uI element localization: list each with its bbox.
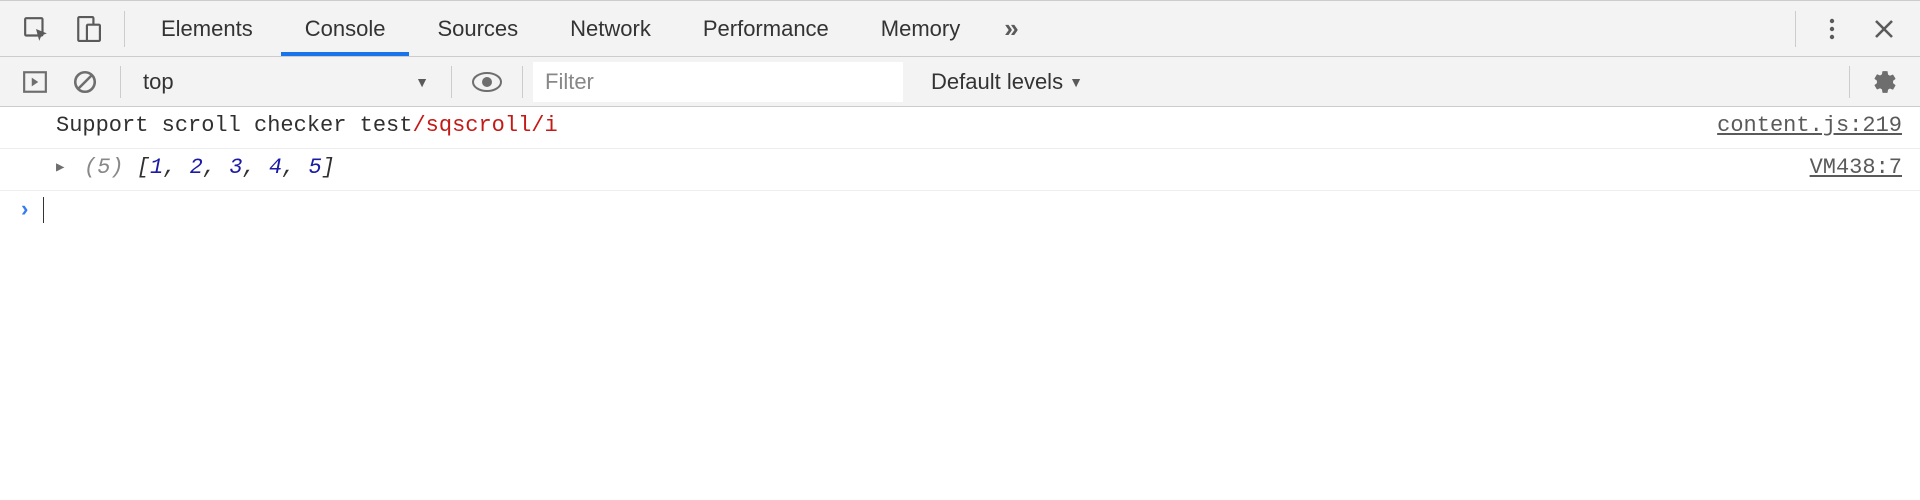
close-icon[interactable] [1862,7,1906,51]
expand-arrow-icon[interactable]: ▶ [56,159,64,176]
console-message[interactable]: ▶ (5) [ 1, 2, 3, 4, 5 ] VM438:7 [0,149,1920,191]
array-value: 2 [190,155,203,180]
array-value: 4 [269,155,282,180]
divider [1849,66,1850,98]
tab-console[interactable]: Console [279,1,412,56]
console-output: Support scroll checker test /sqscroll/i … [0,107,1920,500]
inspect-element-icon[interactable] [14,7,58,51]
context-selector[interactable]: top ▼ [131,69,441,95]
divider [124,11,125,47]
more-tabs-icon[interactable]: » [986,13,1036,44]
console-input-row[interactable]: › [0,191,1920,229]
divider [120,66,121,98]
array-value: 5 [308,155,321,180]
log-levels-selector[interactable]: Default levels ▼ [917,69,1097,95]
bracket-open: [ [137,155,150,180]
array-value: 3 [229,155,242,180]
divider [451,66,452,98]
context-label: top [143,69,174,95]
source-link[interactable]: VM438:7 [1810,155,1902,180]
message-regex: /sqscroll/i [412,113,557,138]
message-text: Support scroll checker test [56,113,412,138]
kebab-menu-icon[interactable] [1810,7,1854,51]
device-toolbar-icon[interactable] [66,7,110,51]
filter-input[interactable] [533,62,903,102]
array-length: (5) [84,155,124,180]
tab-sources[interactable]: Sources [411,1,544,56]
tabs: Elements Console Sources Network Perform… [135,1,986,56]
chevron-down-icon: ▼ [415,74,429,90]
tab-network[interactable]: Network [544,1,677,56]
toggle-drawer-icon[interactable] [14,61,56,103]
clear-console-icon[interactable] [64,61,106,103]
console-input[interactable] [44,198,1902,223]
prompt-icon: › [18,198,31,223]
tab-bar: Elements Console Sources Network Perform… [0,1,1920,57]
source-link[interactable]: content.js:219 [1717,113,1902,138]
live-expression-icon[interactable] [466,61,508,103]
tab-memory[interactable]: Memory [855,1,986,56]
chevron-down-icon: ▼ [1069,74,1083,90]
divider [1795,11,1796,47]
array-value: 1 [150,155,163,180]
console-toolbar: top ▼ Default levels ▼ [0,57,1920,107]
levels-label: Default levels [931,69,1063,95]
tab-performance[interactable]: Performance [677,1,855,56]
settings-gear-icon[interactable] [1864,61,1906,103]
tab-elements[interactable]: Elements [135,1,279,56]
bracket-close: ] [322,155,335,180]
divider [522,66,523,98]
devtools-panel: Elements Console Sources Network Perform… [0,0,1920,500]
console-message[interactable]: Support scroll checker test /sqscroll/i … [0,107,1920,149]
